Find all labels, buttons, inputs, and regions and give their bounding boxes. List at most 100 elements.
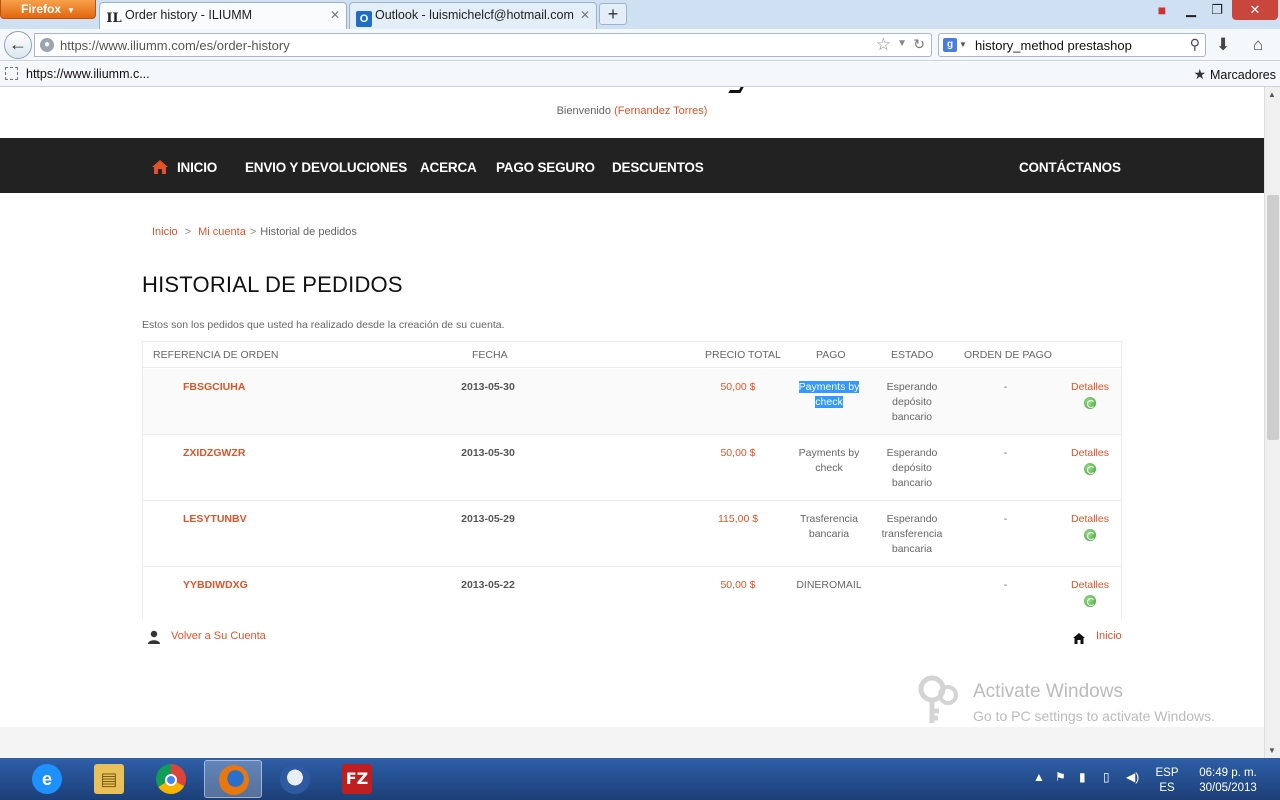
order-reference-link[interactable]: YYBDIWDXG xyxy=(183,578,248,593)
activate-subtitle: Go to PC settings to activate Windows. xyxy=(973,708,1215,724)
order-price: 50,00 $ xyxy=(720,579,756,591)
details-link[interactable]: Detalles xyxy=(1061,512,1119,541)
column-header-status[interactable]: ESTADO xyxy=(891,349,933,361)
reorder-icon[interactable] xyxy=(1084,397,1096,409)
reorder-icon[interactable] xyxy=(1084,595,1096,607)
battery-icon[interactable]: ▯ xyxy=(1103,770,1110,784)
menu-item-contactanos[interactable]: CONTÁCTANOS xyxy=(1019,160,1121,175)
breadcrumb-home[interactable]: Inicio xyxy=(152,226,178,238)
system-clock[interactable]: 06:49 p. m. 30/05/2013 xyxy=(1188,766,1268,796)
show-hidden-icons[interactable]: ▲ xyxy=(1033,770,1045,784)
breadcrumb-separator: > xyxy=(184,226,192,238)
order-payment: Payments by check xyxy=(789,446,869,476)
column-header-total[interactable]: PRECIO TOTAL xyxy=(705,349,781,361)
menu-item-descuentos[interactable]: DESCUENTOS xyxy=(612,160,704,175)
tab-order-history[interactable]: IL Order history - ILIUMM ✕ xyxy=(99,2,347,30)
taskbar-chrome-button[interactable] xyxy=(142,760,200,798)
scroll-down-icon[interactable]: ▼ xyxy=(1268,746,1276,755)
reload-icon[interactable]: ↻ xyxy=(913,36,925,53)
action-center-icon[interactable]: ⚑ xyxy=(1055,770,1066,784)
new-tab-button[interactable]: + xyxy=(599,3,627,25)
welcome-prefix: Bienvenido xyxy=(556,105,612,117)
addon-icon[interactable]: ■ xyxy=(1152,0,1172,20)
status-line: bancaria xyxy=(891,543,933,555)
tab-outlook[interactable]: O Outlook - luismichelcf@hotmail.com ✕ xyxy=(349,2,597,29)
details-label[interactable]: Detalles xyxy=(1071,447,1109,459)
breadcrumb-account[interactable]: Mi cuenta xyxy=(198,226,246,238)
order-date: 2013-05-30 xyxy=(461,447,515,459)
payment-line: check xyxy=(815,396,843,408)
account-user-link[interactable]: (Fernandez Torres) xyxy=(614,105,707,117)
close-icon[interactable]: ✕ xyxy=(330,8,340,22)
order-reference-link[interactable]: ZXIDZGWZR xyxy=(183,446,245,461)
order-price: 115,00 $ xyxy=(717,513,759,525)
home-icon[interactable]: ⌂ xyxy=(1253,35,1263,55)
details-link[interactable]: Detalles xyxy=(1061,380,1119,409)
menu-item-acerca[interactable]: ACERCA xyxy=(420,160,477,175)
page-placeholder-icon xyxy=(5,67,18,80)
page-viewport: Bienvenido (Fernandez Torres) INICIO ENV… xyxy=(0,87,1264,758)
language-indicator[interactable]: ESP ES xyxy=(1152,766,1182,796)
footer-home-link[interactable]: Inicio xyxy=(1096,630,1122,642)
reorder-icon[interactable] xyxy=(1084,463,1096,475)
close-icon[interactable]: ✕ xyxy=(580,8,590,22)
scrollbar-thumb[interactable] xyxy=(1267,195,1279,440)
firefox-menu-label: Firefox xyxy=(21,2,62,16)
order-reference-link[interactable]: LESYTUNBV xyxy=(183,512,247,527)
taskbar-firefox-button[interactable] xyxy=(204,760,262,798)
browser-navbar: ← ● https://www.iliumm.com/es/order-hist… xyxy=(0,29,1280,61)
taskbar-filezilla-button[interactable]: FZ xyxy=(328,760,386,798)
order-status: Esperando depósito bancario xyxy=(876,380,948,425)
page-scrollbar[interactable]: ▲ ▼ xyxy=(1264,87,1280,758)
order-date: 2013-05-30 xyxy=(461,381,515,393)
downloads-icon[interactable]: ⬇ xyxy=(1216,35,1230,55)
order-status: Esperando depósito bancario xyxy=(876,446,948,491)
scroll-up-icon[interactable]: ▲ xyxy=(1268,90,1276,99)
maximize-button[interactable]: ❐ xyxy=(1204,0,1230,20)
engine-dropdown-icon[interactable]: ▼ xyxy=(959,40,967,49)
column-header-reference[interactable]: REFERENCIA DE ORDEN xyxy=(153,349,278,361)
search-icon[interactable]: ⚲ xyxy=(1190,36,1200,53)
back-button[interactable]: ← xyxy=(4,31,32,59)
column-header-payment[interactable]: PAGO xyxy=(816,349,846,361)
google-engine-icon[interactable]: g xyxy=(943,38,957,52)
reorder-icon[interactable] xyxy=(1084,529,1096,541)
language-code: ESP xyxy=(1155,767,1179,779)
column-header-date[interactable]: FECHA xyxy=(472,349,508,361)
menu-item-inicio[interactable]: INICIO xyxy=(177,160,217,175)
volume-icon[interactable]: ◀) xyxy=(1126,770,1139,784)
bookmark-star-icon[interactable]: ☆ xyxy=(876,35,891,55)
close-window-button[interactable]: ✕ xyxy=(1232,0,1278,20)
mail-client-icon xyxy=(280,764,310,794)
details-label[interactable]: Detalles xyxy=(1071,513,1109,525)
back-to-account-link[interactable]: Volver a Su Cuenta xyxy=(171,630,266,642)
logo-fragment xyxy=(728,87,744,93)
bookmarks-toolbar: https://www.iliumm.c... ★ Marcadores xyxy=(0,62,1280,87)
menu-item-envio[interactable]: ENVIO Y DEVOLUCIONES xyxy=(245,160,407,175)
details-link[interactable]: Detalles xyxy=(1061,578,1119,607)
network-icon[interactable]: ▮ xyxy=(1079,770,1086,784)
home-icon xyxy=(152,160,168,174)
url-dropdown-icon[interactable]: ▼ xyxy=(897,38,907,49)
bookmarks-menu-button[interactable]: ★ Marcadores xyxy=(1193,66,1276,83)
order-payment-slip: - xyxy=(1003,381,1008,393)
table-row: YYBDIWDXG 2013-05-22 50,00 $ DINEROMAIL … xyxy=(143,567,1121,619)
bookmark-link[interactable]: https://www.iliumm.c... xyxy=(26,67,150,81)
url-text[interactable]: https://www.iliumm.com/es/order-history xyxy=(60,38,290,53)
details-label[interactable]: Detalles xyxy=(1071,381,1109,393)
url-bar[interactable]: ● https://www.iliumm.com/es/order-histor… xyxy=(34,33,932,57)
details-label[interactable]: Detalles xyxy=(1071,579,1109,591)
search-input[interactable]: history_method prestashop xyxy=(975,38,1132,53)
status-line: bancario xyxy=(891,477,933,489)
menu-item-pago-seguro[interactable]: PAGO SEGURO xyxy=(496,160,595,175)
minimize-button[interactable]: ▁ xyxy=(1178,0,1204,20)
order-payment-slip: - xyxy=(1003,579,1008,591)
column-header-order-payment[interactable]: ORDEN DE PAGO xyxy=(964,349,1052,361)
order-reference-link[interactable]: FBSGCIUHA xyxy=(183,380,245,395)
search-bar[interactable]: g ▼ history_method prestashop ⚲ xyxy=(938,33,1206,57)
details-link[interactable]: Detalles xyxy=(1061,446,1119,475)
taskbar-explorer-button[interactable]: ▤ xyxy=(80,760,138,798)
taskbar-ie-button[interactable]: e xyxy=(18,760,76,798)
taskbar-thunderbird-button[interactable] xyxy=(266,760,324,798)
firefox-menu-button[interactable]: Firefox ▼ xyxy=(0,0,96,19)
